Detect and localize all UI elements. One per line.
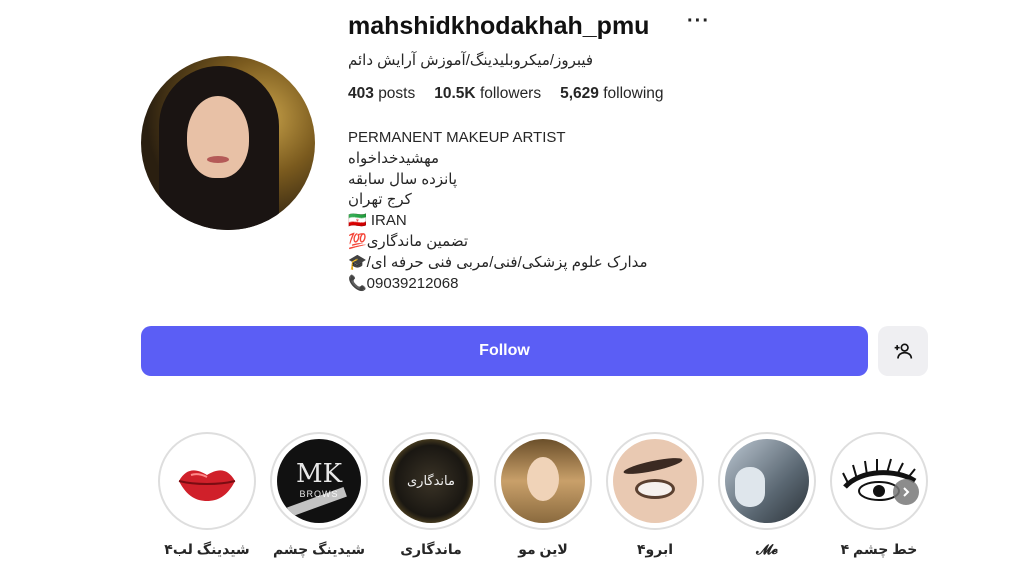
posts-label: posts bbox=[378, 85, 416, 102]
posts-stat[interactable]: 403 posts bbox=[348, 85, 415, 103]
highlight-cover-clinic bbox=[725, 439, 809, 523]
highlight-ring bbox=[718, 432, 816, 530]
following-count: 5,629 bbox=[560, 85, 599, 102]
posts-count: 403 bbox=[348, 85, 374, 102]
highlight-label: ماندگاری bbox=[400, 541, 462, 557]
chevron-right-icon bbox=[903, 487, 910, 497]
ellipsis-icon[interactable]: ··· bbox=[687, 10, 710, 33]
followers-count: 10.5K bbox=[434, 85, 476, 102]
bio-line: 🇮🇷 IRAN bbox=[348, 212, 407, 230]
highlight-label: خط چشم ۴ bbox=[840, 541, 918, 557]
highlight-item[interactable]: 𝓜𝓮 bbox=[718, 432, 816, 558]
story-highlights: شیدینگ لب۴ MK BROWS شیدینگ چشم ماندگاری … bbox=[158, 432, 938, 572]
bio-line: PERMANENT MAKEUP ARTIST bbox=[348, 129, 566, 146]
highlight-cover-mk-brows: MK BROWS bbox=[277, 439, 361, 523]
highlight-label: 𝓜𝓮 bbox=[756, 541, 778, 557]
highlight-item[interactable]: ماندگاری ماندگاری bbox=[382, 432, 480, 558]
bio-phone-line[interactable]: 📞0903921206​8 bbox=[348, 274, 648, 295]
bio-line: پانزده سال سابقه bbox=[348, 170, 458, 188]
cover-text: ماندگاری bbox=[407, 473, 455, 488]
highlight-label: ابرو۴ bbox=[636, 541, 673, 557]
highlight-cover-glitter: ماندگاری bbox=[389, 439, 473, 523]
highlight-ring bbox=[158, 432, 256, 530]
following-stat[interactable]: 5,629 following bbox=[560, 85, 663, 103]
highlight-cover-lips bbox=[165, 439, 249, 523]
highlight-label: لاین مو bbox=[518, 541, 568, 557]
add-person-icon bbox=[894, 343, 913, 359]
highlight-ring bbox=[494, 432, 592, 530]
highlight-ring bbox=[606, 432, 704, 530]
eye-shape bbox=[635, 479, 675, 499]
profile-username: mahshidkhodakhah_pmu bbox=[348, 12, 650, 40]
follow-button[interactable]: Follow bbox=[141, 326, 868, 376]
highlight-item[interactable]: MK BROWS شیدینگ چشم bbox=[270, 432, 368, 558]
highlight-label: شیدینگ لب۴ bbox=[164, 541, 250, 557]
clinic-figure bbox=[735, 467, 765, 507]
profile-avatar[interactable] bbox=[141, 56, 315, 230]
highlight-ring: ماندگاری bbox=[382, 432, 480, 530]
highlight-cover-brow bbox=[613, 439, 697, 523]
highlight-ring: MK BROWS bbox=[270, 432, 368, 530]
brow-shape bbox=[622, 454, 684, 478]
followers-label: followers bbox=[479, 85, 542, 102]
bio-line: کرج تهران bbox=[348, 191, 412, 209]
profile-subtitle: فیبروز/میکروبلیدینگ/آموزش آرایش دائم bbox=[348, 52, 594, 69]
bio-line: 💯تضمین ماندگاری bbox=[348, 232, 469, 250]
highlight-item[interactable]: شیدینگ لب۴ bbox=[158, 432, 256, 558]
highlight-label: شیدینگ چشم bbox=[272, 541, 366, 557]
portrait-face bbox=[527, 457, 559, 501]
highlight-item[interactable]: لاین مو bbox=[494, 432, 592, 558]
highlights-next-button[interactable] bbox=[893, 479, 919, 505]
avatar-lips bbox=[207, 156, 229, 163]
bio-line: مهشیدخداخواه bbox=[348, 149, 440, 167]
suggested-users-button[interactable] bbox=[878, 326, 928, 376]
lips-icon bbox=[178, 470, 236, 501]
followers-stat[interactable]: 10.5K followers bbox=[434, 85, 541, 103]
profile-stats: 403 posts 10.5K followers 5,629 followin… bbox=[348, 85, 664, 103]
highlight-item[interactable]: ابرو۴ bbox=[606, 432, 704, 558]
mk-logo-text: MK bbox=[295, 459, 343, 489]
avatar-face bbox=[187, 96, 249, 178]
following-label: following bbox=[603, 85, 664, 102]
profile-bio: PERMANENT MAKEUP ARTIST مهشیدخداخواه پان… bbox=[348, 128, 648, 294]
highlight-cover-portrait bbox=[501, 439, 585, 523]
bio-line: 🎓/مدارک علوم پزشکی/فنی/مربی فنی حرفه ای bbox=[348, 253, 648, 271]
